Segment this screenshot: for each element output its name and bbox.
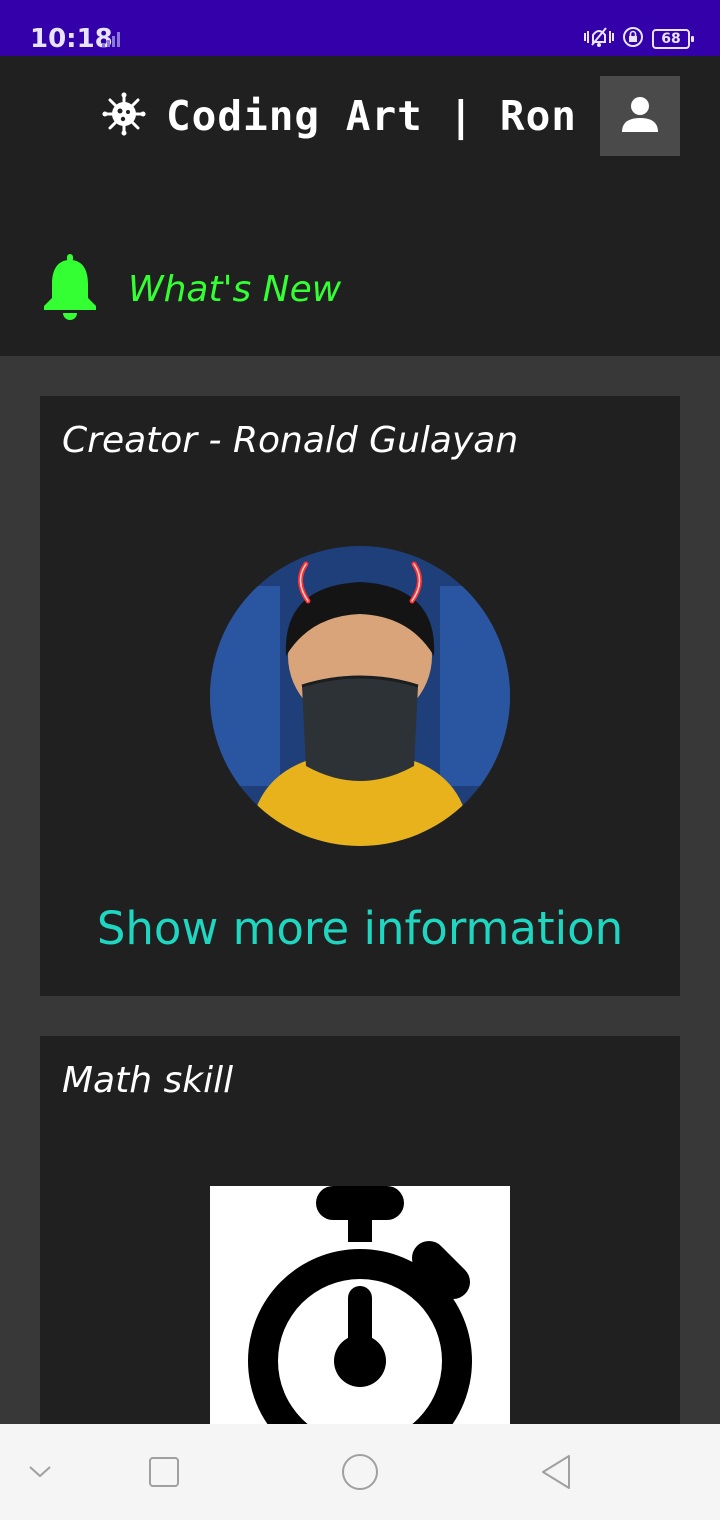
rotation-lock-icon [622,26,644,52]
whats-new[interactable]: What's New [42,254,341,324]
person-icon [620,94,660,138]
stopwatch-image[interactable] [210,1186,510,1456]
whats-new-label: What's New [128,268,342,310]
avatar[interactable] [210,546,510,846]
card-title: Creator - Ronald Gulayan [62,420,519,461]
creator-card: Creator - Ronald Gulayan Show more infor… [40,396,680,996]
navigation-bar [0,1424,720,1520]
show-more-link[interactable]: Show more information [40,902,680,955]
status-icons: 68 [584,26,694,52]
app-title: Coding Art | Ron [166,92,577,140]
battery-icon: 68 [652,29,694,49]
math-skill-card: Math skill [40,1036,680,1456]
status-time: 10:18 [30,24,113,54]
card-title: Math skill [62,1060,234,1101]
vibrate-icon [584,26,614,52]
virus-icon [102,92,146,140]
home-icon[interactable] [340,1452,380,1492]
app-header: Coding Art | Ron What's New [0,56,720,356]
signal-icon [102,31,122,51]
recents-icon[interactable] [144,1452,184,1492]
profile-button[interactable] [600,76,680,156]
brand: Coding Art | Ron [102,92,577,140]
chevron-down-icon[interactable] [20,1452,60,1492]
status-bar: 10:18 68 [0,0,720,56]
bell-icon [42,254,98,324]
back-icon[interactable] [536,1452,576,1492]
